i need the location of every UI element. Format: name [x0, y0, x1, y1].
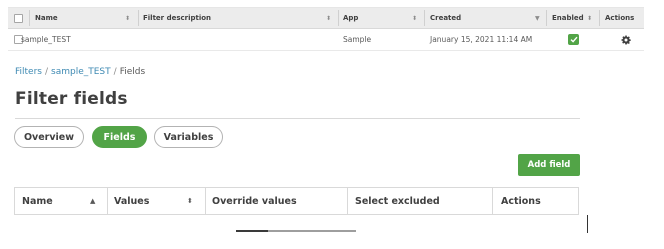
column-divider — [424, 10, 425, 26]
column-header-actions: Actions — [501, 195, 541, 207]
add-field-button[interactable]: Add field — [518, 154, 580, 176]
column-divider — [29, 10, 30, 26]
column-divider — [546, 10, 547, 26]
sort-icon[interactable]: ⬍ — [326, 8, 331, 28]
column-divider — [138, 10, 139, 26]
column-header-created[interactable]: Created — [430, 8, 461, 28]
column-header-app[interactable]: App — [343, 8, 358, 28]
sort-icon[interactable]: ⬍ — [187, 188, 193, 214]
sort-desc-icon[interactable]: ▼ — [535, 8, 540, 28]
filters-table-header: Name ⬍ Filter description ⬍ App ⬍ Create… — [8, 8, 644, 29]
column-divider — [205, 188, 206, 214]
column-divider — [492, 188, 493, 214]
page-title: Filter fields — [15, 89, 128, 109]
check-icon — [568, 34, 579, 45]
breadcrumb: Filters / sample_TEST / Fields — [15, 67, 145, 77]
created-cell: January 15, 2021 11:14 AM — [430, 35, 533, 44]
title-divider — [15, 118, 580, 119]
scrollbar-thumb[interactable] — [236, 230, 268, 232]
select-all-checkbox[interactable] — [14, 8, 23, 28]
filter-name-link[interactable]: sample_TEST — [21, 29, 71, 50]
enabled-checkbox[interactable] — [568, 29, 579, 50]
column-divider — [107, 188, 108, 214]
sort-icon[interactable]: ⬍ — [412, 8, 417, 28]
column-header-enabled[interactable]: Enabled — [552, 8, 584, 28]
tab-variables[interactable]: Variables — [154, 126, 223, 148]
breadcrumb-filter-name[interactable]: sample_TEST — [51, 67, 111, 77]
text-cursor — [587, 215, 588, 233]
breadcrumb-filters[interactable]: Filters — [15, 67, 42, 77]
column-divider — [599, 10, 600, 26]
column-divider — [338, 10, 339, 26]
column-header-select-excluded: Select excluded — [355, 195, 440, 207]
breadcrumb-current: Fields — [119, 67, 146, 77]
column-header-name[interactable]: Name — [35, 8, 58, 28]
fields-table: Name ▲ Values ⬍ Override values Select e… — [14, 187, 579, 215]
column-header-name[interactable]: Name — [22, 188, 53, 214]
column-header-override-values: Override values — [212, 195, 297, 207]
breadcrumb-separator: / — [113, 67, 117, 77]
column-divider — [347, 188, 348, 214]
breadcrumb-separator: / — [44, 67, 49, 77]
column-header-filter-description[interactable]: Filter description — [143, 8, 211, 28]
sort-icon[interactable]: ⬍ — [125, 8, 130, 28]
app-cell: Sample — [343, 35, 372, 44]
column-header-actions: Actions — [605, 14, 635, 22]
table-row[interactable]: sample_TEST Sample January 15, 2021 11:1… — [8, 29, 644, 51]
tab-fields[interactable]: Fields — [92, 126, 147, 148]
filters-table: Name ⬍ Filter description ⬍ App ⬍ Create… — [8, 7, 644, 51]
column-header-values[interactable]: Values — [114, 188, 149, 214]
gear-icon[interactable] — [621, 29, 631, 50]
tab-overview[interactable]: Overview — [14, 126, 84, 148]
sort-icon[interactable]: ⬍ — [587, 8, 592, 28]
sort-asc-icon[interactable]: ▲ — [90, 188, 95, 214]
